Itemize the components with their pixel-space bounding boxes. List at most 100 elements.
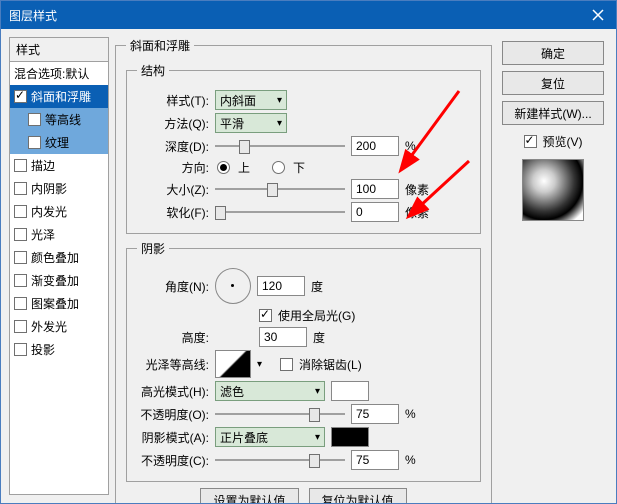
style-item-9[interactable]: 图案叠加	[10, 292, 108, 315]
angle-label: 角度(N):	[137, 278, 209, 295]
blend-options-row[interactable]: 混合选项:默认	[10, 62, 108, 85]
depth-slider[interactable]	[215, 138, 345, 154]
gloss-contour-picker[interactable]	[215, 350, 251, 378]
shadow-mode-select[interactable]: 正片叠底▾	[215, 427, 325, 447]
direction-down-text: 下	[293, 159, 305, 176]
soften-input[interactable]	[351, 202, 399, 222]
style-label-2: 纹理	[45, 134, 69, 151]
highlight-mode-label: 高光模式(H):	[137, 383, 209, 400]
style-check-3[interactable]	[14, 159, 27, 172]
antialias-checkbox[interactable]	[280, 358, 293, 371]
style-check-1[interactable]	[28, 113, 41, 126]
soften-unit: 像素	[405, 204, 429, 221]
preview-label: 预览(V)	[543, 133, 583, 150]
style-item-7[interactable]: 颜色叠加	[10, 246, 108, 269]
style-check-4[interactable]	[14, 182, 27, 195]
style-item-10[interactable]: 外发光	[10, 315, 108, 338]
highlight-opacity-input[interactable]	[351, 404, 399, 424]
style-item-4[interactable]: 内阴影	[10, 177, 108, 200]
angle-input[interactable]	[257, 276, 305, 296]
style-check-7[interactable]	[14, 251, 27, 264]
style-check-0[interactable]	[14, 90, 27, 103]
style-check-8[interactable]	[14, 274, 27, 287]
style-item-0[interactable]: 斜面和浮雕	[10, 85, 108, 108]
altitude-unit: 度	[313, 329, 325, 346]
bevel-group: 斜面和浮雕 结构 样式(T): 内斜面▾ 方法(Q): 平滑▾ 深度(D):	[115, 37, 492, 504]
shading-legend: 阴影	[137, 240, 169, 257]
altitude-input[interactable]	[259, 327, 307, 347]
style-label-3: 描边	[31, 157, 55, 174]
style-item-5[interactable]: 内发光	[10, 200, 108, 223]
gloss-contour-label: 光泽等高线:	[137, 356, 209, 373]
style-check-11[interactable]	[14, 343, 27, 356]
highlight-opacity-slider[interactable]	[215, 406, 345, 422]
style-label-11: 投影	[31, 341, 55, 358]
window-title: 图层样式	[9, 7, 57, 24]
style-label-0: 斜面和浮雕	[31, 88, 91, 105]
altitude-label: 高度:	[137, 329, 209, 346]
highlight-mode-select[interactable]: 滤色▾	[215, 381, 325, 401]
direction-down-radio[interactable]	[272, 161, 285, 174]
style-check-9[interactable]	[14, 297, 27, 310]
shadow-opacity-slider[interactable]	[215, 452, 345, 468]
antialias-label: 消除锯齿(L)	[299, 356, 362, 373]
chevron-down-icon: ▾	[277, 95, 282, 106]
style-list-header: 样式	[10, 38, 108, 62]
shadow-opacity-unit: %	[405, 453, 416, 467]
style-label-7: 颜色叠加	[31, 249, 79, 266]
preview-thumbnail	[522, 159, 584, 221]
chevron-down-icon: ▾	[315, 432, 320, 443]
style-label-6: 光泽	[31, 226, 55, 243]
size-unit: 像素	[405, 181, 429, 198]
style-check-5[interactable]	[14, 205, 27, 218]
depth-input[interactable]	[351, 136, 399, 156]
ok-button[interactable]: 确定	[502, 41, 604, 65]
style-label: 样式(T):	[137, 92, 209, 109]
style-item-2[interactable]: 纹理	[10, 131, 108, 154]
soften-slider[interactable]	[215, 204, 345, 220]
chevron-down-icon: ▾	[315, 386, 320, 397]
size-input[interactable]	[351, 179, 399, 199]
direction-label: 方向:	[137, 159, 209, 176]
preview-checkbox[interactable]	[524, 135, 537, 148]
style-item-8[interactable]: 渐变叠加	[10, 269, 108, 292]
highlight-color-swatch[interactable]	[331, 381, 369, 401]
style-select[interactable]: 内斜面▾	[215, 90, 287, 110]
style-check-10[interactable]	[14, 320, 27, 333]
shading-group: 阴影 角度(N): 度 使用全局光(G) 高度:	[126, 240, 481, 482]
global-light-label: 使用全局光(G)	[278, 307, 355, 324]
method-select[interactable]: 平滑▾	[215, 113, 287, 133]
shadow-opacity-label: 不透明度(C):	[137, 452, 209, 469]
style-label-8: 渐变叠加	[31, 272, 79, 289]
style-item-1[interactable]: 等高线	[10, 108, 108, 131]
reset-default-button[interactable]: 复位为默认值	[309, 488, 407, 504]
method-label: 方法(Q):	[137, 115, 209, 132]
new-style-button[interactable]: 新建样式(W)...	[502, 101, 604, 125]
chevron-down-icon[interactable]: ▾	[257, 359, 262, 370]
style-label-10: 外发光	[31, 318, 67, 335]
style-check-6[interactable]	[14, 228, 27, 241]
make-default-button[interactable]: 设置为默认值	[200, 488, 298, 504]
style-item-6[interactable]: 光泽	[10, 223, 108, 246]
angle-picker[interactable]	[215, 268, 251, 304]
highlight-opacity-label: 不透明度(O):	[137, 406, 209, 423]
direction-up-text: 上	[238, 159, 250, 176]
angle-unit: 度	[311, 278, 323, 295]
shadow-color-swatch[interactable]	[331, 427, 369, 447]
global-light-checkbox[interactable]	[259, 309, 272, 322]
style-item-3[interactable]: 描边	[10, 154, 108, 177]
style-label-1: 等高线	[45, 111, 81, 128]
chevron-down-icon: ▾	[277, 118, 282, 129]
shadow-opacity-input[interactable]	[351, 450, 399, 470]
title-bar: 图层样式	[1, 1, 616, 29]
style-item-11[interactable]: 投影	[10, 338, 108, 361]
shadow-mode-label: 阴影模式(A):	[137, 429, 209, 446]
style-check-2[interactable]	[28, 136, 41, 149]
direction-up-radio[interactable]	[217, 161, 230, 174]
size-slider[interactable]	[215, 181, 345, 197]
style-label-5: 内发光	[31, 203, 67, 220]
close-button[interactable]	[580, 1, 616, 29]
style-list: 样式 混合选项:默认 斜面和浮雕等高线纹理描边内阴影内发光光泽颜色叠加渐变叠加图…	[9, 37, 109, 495]
reset-button[interactable]: 复位	[502, 71, 604, 95]
style-label-4: 内阴影	[31, 180, 67, 197]
